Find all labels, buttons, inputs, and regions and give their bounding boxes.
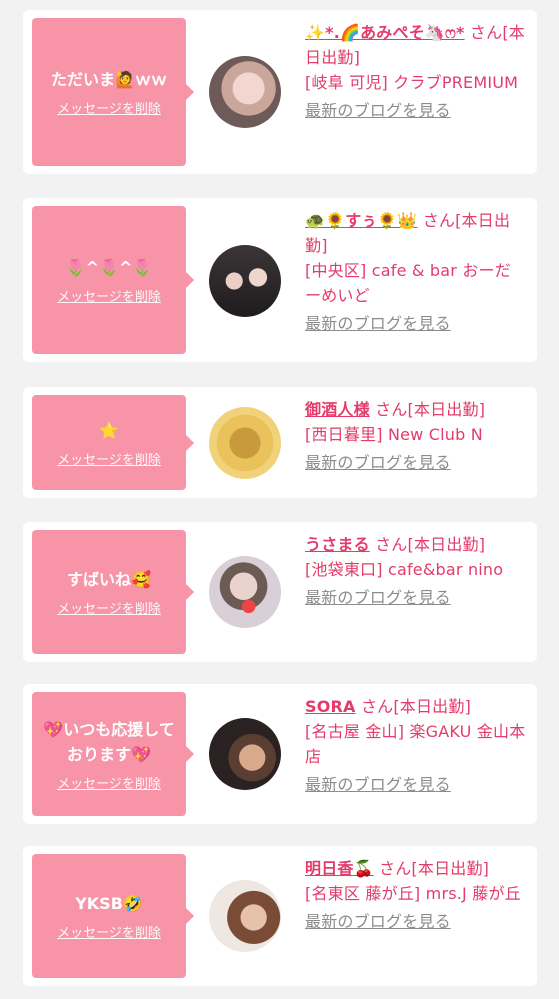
status-text: さん[本日出勤] <box>379 859 490 878</box>
user-name-link[interactable]: 明日香🍒 <box>305 859 374 878</box>
message-bubble: ⭐ メッセージを削除 <box>32 395 194 490</box>
latest-blog-link[interactable]: 最新のブログを見る <box>305 450 527 475</box>
user-info: 明日香🍒 さん[本日出勤] [名東区 藤が丘] mrs.J 藤が丘 最新のブログ… <box>305 856 527 934</box>
shop-text: [中央区] cafe & bar おーだーめいど <box>305 261 511 305</box>
message-bubble: ただいま🙋ｗｗ メッセージを削除 <box>32 18 194 166</box>
avatar[interactable] <box>209 407 281 479</box>
delete-message-link[interactable]: メッセージを削除 <box>57 98 161 117</box>
avatar[interactable] <box>209 556 281 628</box>
avatar[interactable] <box>209 718 281 790</box>
message-card: YKSB🤣 メッセージを削除 明日香🍒 さん[本日出勤] [名東区 藤が丘] m… <box>23 846 537 986</box>
user-info: 御酒人様 さん[本日出勤] [西日暮里] New Club N 最新のブログを見… <box>305 397 527 475</box>
user-info: うさまる さん[本日出勤] [池袋東口] cafe&bar nino 最新のブロ… <box>305 532 527 610</box>
message-text: すばいね🥰 <box>67 570 151 589</box>
message-bubble: 🌷^🌷^🌷 メッセージを削除 <box>32 206 194 354</box>
delete-message-link[interactable]: メッセージを削除 <box>57 922 161 941</box>
avatar[interactable] <box>209 880 281 952</box>
latest-blog-link[interactable]: 最新のブログを見る <box>305 98 527 123</box>
user-name-link[interactable]: 🐢🌻すぅ🌻👑 <box>305 211 417 230</box>
message-card: ただいま🙋ｗｗ メッセージを削除 ✨*.🌈あみぺそ🦄ෆ* さん[本日出勤] [岐… <box>23 10 537 174</box>
shop-text: [名古屋 金山] 楽GAKU 金山本店 <box>305 722 526 766</box>
latest-blog-link[interactable]: 最新のブログを見る <box>305 772 527 797</box>
latest-blog-link[interactable]: 最新のブログを見る <box>305 311 527 336</box>
message-card: 💖いつも応援しております💖 メッセージを削除 SORA さん[本日出勤] [名古… <box>23 684 537 824</box>
message-bubble: すばいね🥰 メッセージを削除 <box>32 530 194 654</box>
delete-message-link[interactable]: メッセージを削除 <box>57 286 161 305</box>
user-name-link[interactable]: ✨*.🌈あみぺそ🦄ෆ* <box>305 23 465 42</box>
avatar[interactable] <box>209 245 281 317</box>
shop-text: [岐阜 可児] クラブPREMIUM <box>305 73 519 92</box>
message-card: ⭐ メッセージを削除 御酒人様 さん[本日出勤] [西日暮里] New Club… <box>23 387 537 498</box>
delete-message-link[interactable]: メッセージを削除 <box>57 598 161 617</box>
shop-text: [西日暮里] New Club N <box>305 425 483 444</box>
status-text: さん[本日出勤] <box>360 697 472 716</box>
user-info: SORA さん[本日出勤] [名古屋 金山] 楽GAKU 金山本店 最新のブログ… <box>305 694 527 797</box>
latest-blog-link[interactable]: 最新のブログを見る <box>305 909 527 934</box>
user-name-link[interactable]: SORA <box>305 697 356 716</box>
user-info: 🐢🌻すぅ🌻👑 さん[本日出勤] [中央区] cafe & bar おーだーめいど… <box>305 208 527 336</box>
latest-blog-link[interactable]: 最新のブログを見る <box>305 585 527 610</box>
user-name-link[interactable]: 御酒人様 <box>305 400 370 419</box>
message-text: ただいま🙋ｗｗ <box>51 70 167 89</box>
shop-text: [池袋東口] cafe&bar nino <box>305 560 504 579</box>
delete-message-link[interactable]: メッセージを削除 <box>57 773 161 792</box>
message-text: ⭐ <box>99 420 119 440</box>
message-bubble: YKSB🤣 メッセージを削除 <box>32 854 194 978</box>
message-text: 🌷^🌷^🌷 <box>65 258 153 277</box>
user-info: ✨*.🌈あみぺそ🦄ෆ* さん[本日出勤] [岐阜 可児] クラブPREMIUM … <box>305 20 527 123</box>
message-text: 💖いつも応援しております💖 <box>43 719 175 764</box>
delete-message-link[interactable]: メッセージを削除 <box>57 449 161 468</box>
shop-text: [名東区 藤が丘] mrs.J 藤が丘 <box>305 884 521 903</box>
avatar[interactable] <box>209 56 281 128</box>
user-name-link[interactable]: うさまる <box>305 535 370 554</box>
message-bubble: 💖いつも応援しております💖 メッセージを削除 <box>32 692 194 816</box>
message-card: すばいね🥰 メッセージを削除 うさまる さん[本日出勤] [池袋東口] cafe… <box>23 522 537 662</box>
status-text: さん[本日出勤] <box>375 400 486 419</box>
status-text: さん[本日出勤] <box>375 535 486 554</box>
message-text: YKSB🤣 <box>75 894 143 913</box>
message-card: 🌷^🌷^🌷 メッセージを削除 🐢🌻すぅ🌻👑 さん[本日出勤] [中央区] caf… <box>23 198 537 362</box>
